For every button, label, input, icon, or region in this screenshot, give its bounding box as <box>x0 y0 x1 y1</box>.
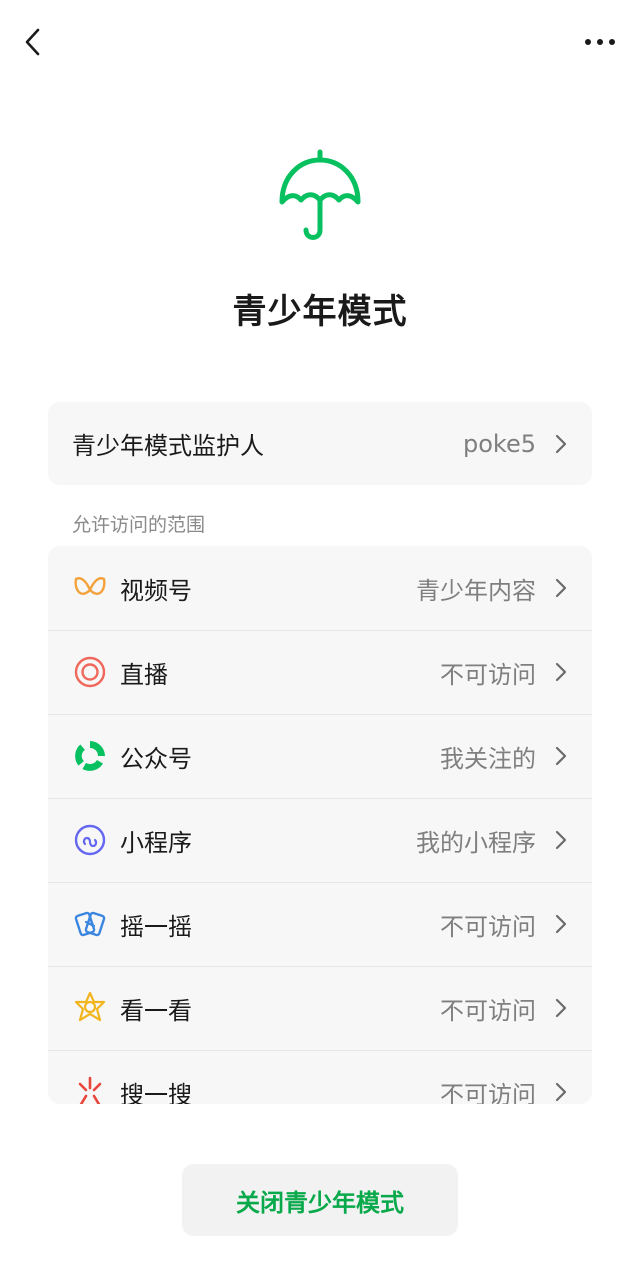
scope-value: 我的小程序 <box>416 828 536 857</box>
back-button[interactable] <box>18 24 50 60</box>
scope-label: 公众号 <box>120 744 192 773</box>
scope-value: 不可访问 <box>440 996 536 1025</box>
chevron-right-icon <box>555 998 567 1018</box>
scope-label: 小程序 <box>120 828 192 857</box>
scope-card: 视频号 青少年内容 直播 不可访问 公众号 我关注的 小程序 我的小程序 摇一摇… <box>48 546 592 1104</box>
chevron-right-icon <box>555 746 567 766</box>
scope-row-shake[interactable]: 摇一摇 不可访问 <box>48 882 592 966</box>
chevron-right-icon <box>555 578 567 598</box>
guardian-label: 青少年模式监护人 <box>72 432 264 460</box>
scope-label: 看一看 <box>120 996 192 1025</box>
shake-icon <box>72 906 108 942</box>
search-icon <box>72 1074 108 1104</box>
chevron-right-icon <box>555 434 567 453</box>
scope-value: 不可访问 <box>440 1080 536 1105</box>
top-stories-icon <box>72 990 108 1026</box>
scope-value: 不可访问 <box>440 912 536 941</box>
mini-program-icon <box>72 822 108 858</box>
scope-row-official-accounts[interactable]: 公众号 我关注的 <box>48 714 592 798</box>
page-title: 青少年模式 <box>232 292 408 332</box>
chevron-right-icon <box>555 662 567 682</box>
scope-label: 摇一摇 <box>120 912 192 941</box>
scope-row-top-stories[interactable]: 看一看 不可访问 <box>48 966 592 1050</box>
guardian-row[interactable]: 青少年模式监护人 poke5 <box>48 402 592 485</box>
channels-icon <box>72 570 108 606</box>
scope-row-channels[interactable]: 视频号 青少年内容 <box>48 546 592 630</box>
scope-row-live[interactable]: 直播 不可访问 <box>48 630 592 714</box>
more-dots-icon <box>585 39 615 45</box>
chevron-right-icon <box>555 830 567 850</box>
chevron-right-icon <box>555 914 567 934</box>
more-button[interactable] <box>582 30 618 54</box>
scope-value: 青少年内容 <box>416 576 536 605</box>
umbrella-icon <box>270 148 370 246</box>
scope-label: 直播 <box>120 660 168 689</box>
guardian-card: 青少年模式监护人 poke5 <box>48 402 592 485</box>
close-teen-mode-button[interactable]: 关闭青少年模式 <box>182 1164 458 1236</box>
scope-row-search[interactable]: 搜一搜 不可访问 <box>48 1050 592 1104</box>
section-label: 允许访问的范围 <box>72 514 206 536</box>
scope-label: 视频号 <box>120 576 192 605</box>
live-icon <box>72 654 108 690</box>
scope-label: 搜一搜 <box>120 1080 192 1105</box>
scope-value: 我关注的 <box>440 744 536 773</box>
chevron-left-icon <box>25 28 40 56</box>
scope-row-mini-programs[interactable]: 小程序 我的小程序 <box>48 798 592 882</box>
chevron-right-icon <box>555 1082 567 1102</box>
guardian-value: poke5 <box>463 429 536 458</box>
scope-value: 不可访问 <box>440 660 536 689</box>
teen-mode-page: 青少年模式 青少年模式监护人 poke5 允许访问的范围 视频号 青少年内容 直… <box>0 0 640 1274</box>
official-accounts-icon <box>72 738 108 774</box>
